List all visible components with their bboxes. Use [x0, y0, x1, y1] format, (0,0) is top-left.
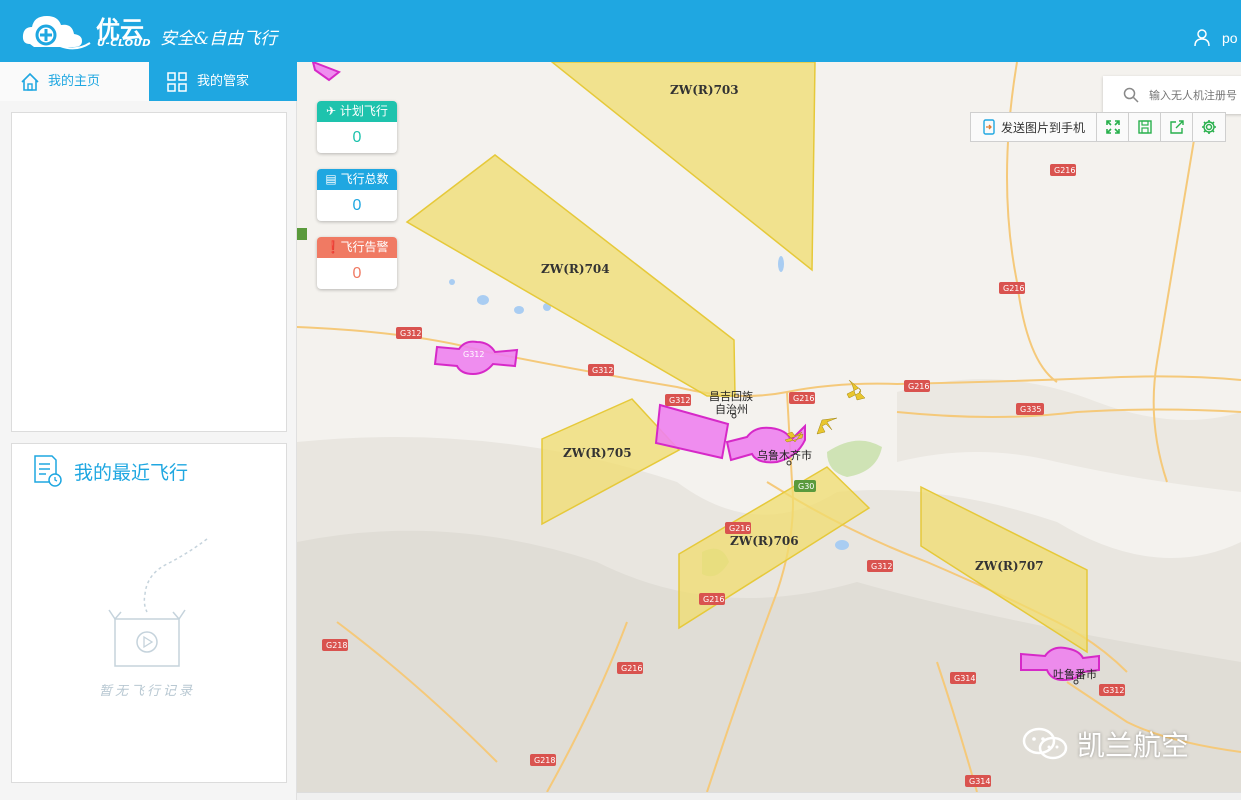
home-icon [21, 72, 39, 91]
wechat-icon [1022, 727, 1068, 760]
flight-alerts-header: ❗飞行告警 [317, 237, 397, 258]
city-turpan: 吐鲁番市 [1053, 667, 1097, 681]
svg-text:G216: G216 [1054, 166, 1075, 175]
planned-flights-value: 0 [352, 129, 362, 146]
svg-text:G216: G216 [621, 664, 642, 673]
status-strip [297, 792, 1241, 800]
svg-text:G216: G216 [908, 382, 929, 391]
svg-text:G314: G314 [969, 777, 990, 786]
send-to-phone-button[interactable]: 发送图片到手机 [971, 113, 1097, 141]
zone-label-707: ZW(R)707 [975, 559, 1044, 573]
flight-alerts-value: 0 [352, 265, 362, 282]
plane-icon: ✈ [326, 104, 340, 118]
slogan: 安全&自由飞行 [160, 29, 278, 49]
svg-text:G216: G216 [703, 595, 724, 604]
settings-button[interactable] [1193, 113, 1225, 141]
zone-label-704: ZW(R)704 [541, 262, 610, 276]
svg-text:G218: G218 [326, 641, 347, 650]
user-icon[interactable] [1194, 29, 1210, 47]
planned-flights-card[interactable]: ✈ 计划飞行 0 [317, 101, 397, 153]
user-name[interactable]: po [1222, 30, 1238, 46]
tab-home[interactable]: 我的主页 [0, 62, 149, 101]
map-base: ZW(R)703 ZW(R)704 ZW(R)705 ZW(R)706 ZW(R… [297, 62, 1241, 792]
empty-box-icon [108, 538, 208, 667]
flight-log-icon [34, 455, 62, 487]
drone-search-input[interactable] [1149, 85, 1241, 105]
cloud-logo-icon [22, 16, 91, 50]
svg-text:G312: G312 [592, 366, 613, 375]
svg-text:G314: G314 [954, 674, 975, 683]
svg-text:G216: G216 [1003, 284, 1024, 293]
watermark: 凯兰航空 [1021, 724, 1189, 764]
tab-home-label: 我的主页 [48, 74, 101, 89]
map-canvas[interactable]: ZW(R)703 ZW(R)704 ZW(R)705 ZW(R)706 ZW(R… [297, 62, 1241, 792]
grid-icon [167, 72, 187, 92]
info-panel [11, 112, 287, 432]
svg-text:G218: G218 [534, 756, 555, 765]
tab-manager[interactable]: 我的管家 [149, 62, 297, 101]
zone-label-703: ZW(R)703 [670, 83, 739, 97]
zone-label-706: ZW(R)706 [730, 534, 799, 548]
svg-text:G30: G30 [798, 482, 814, 491]
recent-flights-title: 我的最近飞行 [74, 462, 189, 484]
fullscreen-icon [1105, 120, 1120, 134]
zone-label-705: ZW(R)705 [563, 446, 632, 460]
tab-manager-label: 我的管家 [197, 74, 250, 89]
svg-text:G312: G312 [400, 329, 421, 338]
share-icon [1169, 120, 1184, 134]
svg-text:G216: G216 [729, 524, 750, 533]
save-icon [1137, 120, 1152, 134]
send-to-phone-label: 发送图片到手机 [1000, 120, 1085, 135]
alert-icon: ❗ [325, 240, 341, 254]
svg-text:G335: G335 [1020, 405, 1041, 414]
top-bar: 优云 U-CLOUD 安全&自由飞行 po [0, 0, 1241, 62]
drone-search [1103, 76, 1241, 114]
city-changji-2: 自治州 [715, 402, 748, 416]
planned-flights-header: ✈ 计划飞行 [317, 101, 397, 122]
share-button[interactable] [1161, 113, 1193, 141]
watermark-text: 凯兰航空 [1077, 729, 1190, 762]
logo-subtext: U-CLOUD [97, 38, 152, 49]
svg-text:G216: G216 [793, 394, 814, 403]
recent-flights-panel: 我的最近飞行 暂无飞行记录 [11, 443, 287, 783]
save-button[interactable] [1129, 113, 1161, 141]
total-flights-card[interactable]: ▤ 飞行总数 0 [317, 169, 397, 221]
fullscreen-button[interactable] [1097, 113, 1129, 141]
phone-icon [983, 119, 995, 135]
svg-text:G312: G312 [463, 350, 484, 359]
calendar-icon: ▤ [325, 172, 341, 186]
settings-icon [1202, 120, 1216, 134]
city-changji: 昌吉回族 [709, 389, 753, 403]
flight-alerts-card[interactable]: ❗飞行告警 0 [317, 237, 397, 289]
svg-text:G312: G312 [1103, 686, 1124, 695]
search-icon[interactable] [1123, 87, 1139, 103]
total-flights-value: 0 [352, 197, 362, 214]
city-urumqi: 乌鲁木齐市 [757, 448, 812, 462]
total-flights-header: ▤ 飞行总数 [317, 169, 397, 190]
svg-text:G312: G312 [871, 562, 892, 571]
empty-state-text: 暂无飞行记录 [98, 684, 195, 699]
svg-text:G312: G312 [669, 396, 690, 405]
sidebar: 我的主页 我的管家 我的最近飞行 暂无飞行记录 [0, 62, 297, 800]
map-toolbar: 发送图片到手机 [970, 112, 1226, 142]
